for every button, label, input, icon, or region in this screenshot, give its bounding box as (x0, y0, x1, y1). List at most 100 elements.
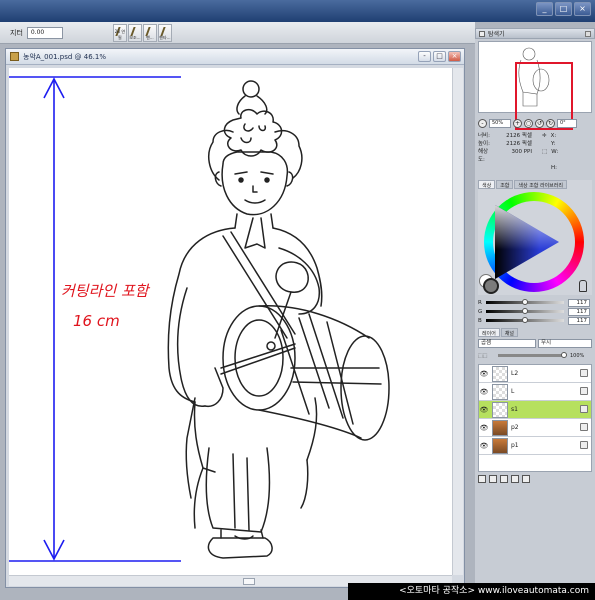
tool-preset-pencil[interactable]: 2B 연필 (112, 23, 127, 42)
b-slider-knob[interactable] (521, 317, 528, 323)
doc-maximize-button[interactable]: □ (433, 51, 446, 62)
navigator-preview[interactable] (478, 41, 592, 130)
resolution-value: 300 PPI (511, 149, 532, 155)
doc-minimize-button[interactable]: - (418, 51, 431, 62)
layer-row[interactable]: 👁 s1 (479, 401, 591, 419)
r-slider[interactable] (486, 299, 564, 305)
zoom-out-icon[interactable]: - (478, 119, 487, 128)
b-value[interactable]: 117 (568, 316, 590, 325)
tab-layers[interactable]: 레이어 (478, 328, 500, 337)
annotation-line-2: 16 cm (73, 312, 120, 330)
app-title-bar: _ □ × (0, 0, 595, 22)
color-picker-icon[interactable] (579, 280, 587, 292)
zoom-fit-icon[interactable]: ○ (524, 119, 533, 128)
opacity-value[interactable]: 100% (570, 353, 584, 359)
layer-name: s1 (511, 406, 518, 413)
g-slider-knob[interactable] (521, 308, 528, 314)
opacity-slider[interactable] (498, 352, 567, 358)
eye-icon[interactable]: 👁 (479, 442, 489, 450)
layer-row[interactable]: 👁 L (479, 383, 591, 401)
r-slider-knob[interactable] (521, 299, 528, 305)
layer-thumbnail (492, 401, 508, 418)
tool-preset-pentablet[interactable]: 펜타... (157, 23, 172, 42)
layer-row[interactable]: 👁 p1 (479, 437, 591, 455)
eye-icon[interactable]: 👁 (479, 424, 489, 432)
delete-layer-icon[interactable] (522, 475, 530, 483)
layer-name: L (511, 388, 515, 395)
eye-icon[interactable]: 👁 (479, 388, 489, 396)
layer-row[interactable]: 👁 L2 (479, 365, 591, 383)
doc-close-button[interactable]: × (448, 51, 461, 62)
rotate-right-icon[interactable]: ↻ (546, 119, 555, 128)
new-folder-icon[interactable] (489, 475, 497, 483)
navigator-panel-header[interactable]: 탐색기 (475, 28, 595, 39)
new-layer-icon[interactable] (478, 475, 486, 483)
annotation-line-1: 커팅라인 포함 (61, 282, 151, 300)
lock-mode-select[interactable]: 무시 (538, 339, 592, 348)
tab-mix[interactable]: 조합 (496, 180, 514, 189)
lock-icons[interactable]: ⬚⬚ (478, 353, 498, 359)
layer-row[interactable]: 👁 p2 (479, 419, 591, 437)
merge-icon[interactable] (511, 475, 519, 483)
eye-icon[interactable]: 👁 (479, 406, 489, 414)
color-panel: 색상 조합 색상 조합 라이브러리 (478, 180, 592, 295)
layer-lock-icon[interactable] (580, 387, 588, 395)
layer-name: p2 (511, 424, 519, 431)
horizontal-scroll-thumb[interactable] (243, 578, 255, 585)
layer-lock-icon[interactable] (580, 423, 588, 431)
zoom-in-icon[interactable]: + (513, 119, 522, 128)
vertical-scrollbar[interactable] (452, 68, 463, 575)
layer-lock-icon[interactable] (580, 405, 588, 413)
zoom-field[interactable]: 50% (489, 119, 511, 128)
tab-color[interactable]: 색상 (478, 180, 496, 189)
document-controls: - □ × (418, 51, 461, 62)
close-button[interactable]: × (574, 2, 591, 16)
navigator-title: 탐색기 (488, 31, 505, 38)
layer-controls: 곱셈 무시 (478, 339, 592, 349)
eye-icon[interactable]: 👁 (479, 370, 489, 378)
b-slider[interactable] (486, 317, 564, 323)
drawing-canvas[interactable]: 커팅라인 포함 16 cm (9, 68, 452, 575)
navigator-zoom-bar: - 50% + ○ ↺ ↻ 0° (478, 118, 592, 129)
jitter-input[interactable]: 0.00 (26, 26, 63, 39)
document-title: 농악A_001.psd @ 46.1% (23, 52, 106, 61)
mask-icon[interactable] (500, 475, 508, 483)
height-value: 2126 픽셀 (506, 141, 532, 147)
tab-channels[interactable]: 채널 (500, 328, 519, 337)
hue-wheel[interactable] (484, 192, 584, 292)
opacity-knob[interactable] (561, 352, 567, 358)
layer-lock-icon[interactable] (580, 441, 588, 449)
document-window: 농악A_001.psd @ 46.1% - □ × 커팅라인 포함 16 cm (5, 48, 465, 588)
jitter-label: 지터 (10, 28, 23, 37)
rotation-field[interactable]: 0° (557, 119, 577, 128)
tab-library[interactable]: 색상 조합 라이브러리 (514, 180, 567, 189)
pin-icon[interactable] (585, 31, 591, 37)
layer-thumbnail (492, 437, 508, 454)
document-title-bar: 농악A_001.psd @ 46.1% - □ × (6, 49, 464, 65)
tool-options-bar: 지터 0.00 2B 연필 보조... 펜... 펜타... (0, 22, 475, 44)
foreground-color-swatch[interactable] (483, 278, 499, 294)
document-icon (10, 52, 19, 61)
collapse-icon[interactable] (479, 30, 485, 37)
minimize-button[interactable]: _ (536, 2, 553, 16)
tool-preset-pen[interactable]: 펜... (142, 23, 157, 42)
selection-icon: ⬚ (542, 149, 548, 155)
layer-tabs: 레이어 채널 (478, 328, 592, 337)
maximize-button[interactable]: □ (555, 2, 572, 16)
canvas-info: 너비: 2126 픽셀 ✛ X: 높이: 2126 픽셀 Y: 해상도: 300 PPI ⬚ W… (478, 133, 559, 171)
g-value[interactable]: 117 (568, 307, 590, 316)
rgb-sliders: R 117 G 117 B 117 (478, 298, 592, 325)
layer-thumbnail (492, 419, 508, 436)
layer-footer (478, 474, 592, 484)
layer-thumbnail (492, 383, 508, 400)
layer-list: 👁 L2 👁 L 👁 s1 👁 p2 👁 p1 (478, 364, 592, 472)
drummer-figure (167, 80, 390, 559)
tool-preset-assist[interactable]: 보조... (127, 23, 142, 42)
layer-lock-icon[interactable] (580, 369, 588, 377)
g-slider[interactable] (486, 308, 564, 314)
color-tabs: 색상 조합 색상 조합 라이브러리 (478, 180, 592, 189)
r-value[interactable]: 117 (568, 298, 590, 307)
blend-mode-select[interactable]: 곱셈 (478, 339, 536, 348)
tool-presets: 2B 연필 보조... 펜... 펜타... (112, 23, 172, 42)
rotate-left-icon[interactable]: ↺ (535, 119, 544, 128)
